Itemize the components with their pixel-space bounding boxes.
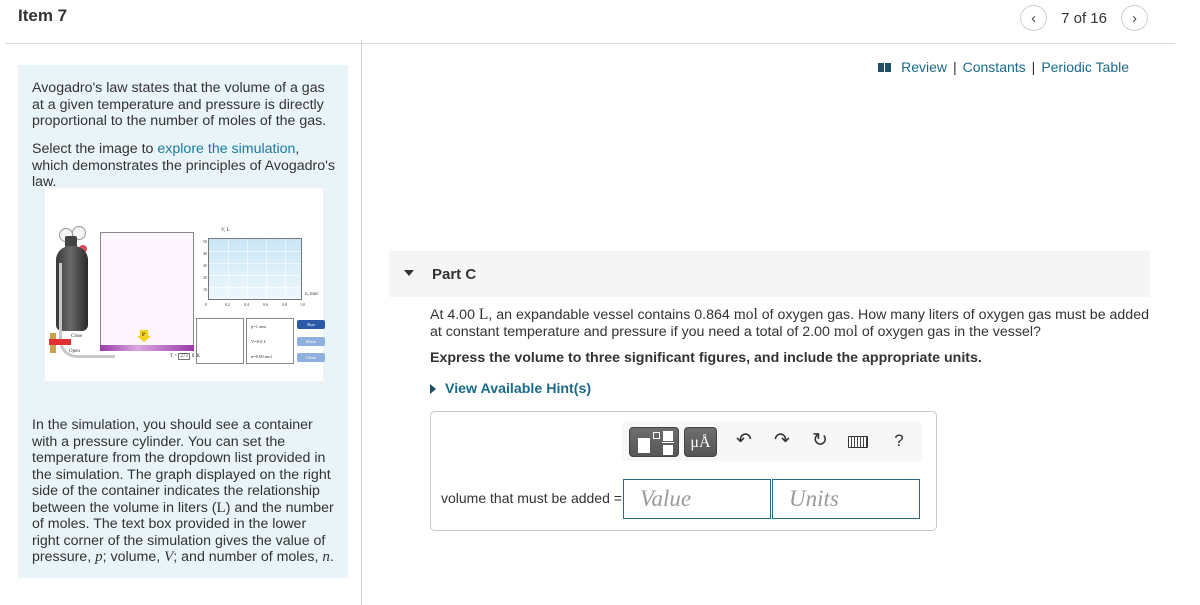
separator: | [952, 59, 957, 75]
volume-moles-graph [208, 238, 302, 300]
clear-button: Clear [297, 353, 325, 362]
desc-text: . [329, 549, 334, 565]
units-input[interactable] [772, 479, 920, 519]
desc-text: ; and number of moles, [173, 549, 323, 565]
next-item-button[interactable]: › [1121, 5, 1148, 31]
x-tick: 0.8 [282, 302, 287, 307]
item-title: Item 7 [18, 6, 68, 25]
caret-right-icon [430, 384, 436, 394]
hints-label: View Available Hint(s) [445, 381, 592, 397]
unit-symbol: mol [833, 322, 858, 340]
unit-symbol: L [478, 306, 489, 323]
question-segment: of oxygen gas in the vessel? [857, 323, 1041, 340]
simulation-prompt: Select the image to explore the simulati… [32, 141, 337, 191]
help-icon[interactable]: ? [887, 431, 911, 451]
value-input[interactable] [623, 479, 771, 519]
temperature-unit: K [196, 354, 201, 359]
separator: | [1031, 59, 1036, 75]
constants-link[interactable]: Constants [963, 59, 1026, 75]
previous-item-button[interactable]: ‹ [1020, 5, 1048, 31]
undo-icon[interactable]: ↶ [732, 429, 756, 452]
answer-label: volume that must be added = [441, 490, 622, 506]
chevron-left-icon: ‹ [1031, 9, 1037, 27]
periodic-table-link[interactable]: Periodic Table [1041, 59, 1129, 75]
intro-paragraph: Avogadro's law states that the volume of… [32, 80, 327, 129]
run-button: Run [297, 320, 325, 329]
simulation-thumbnail[interactable]: Close Open P V, L 10 20 30 40 50 0 0.2 0… [44, 187, 325, 382]
question-segment: , an expandable vessel contains 0.864 [488, 307, 734, 323]
simulation-description: In the simulation, you should see a cont… [32, 417, 337, 566]
y-tick: 30 [203, 263, 207, 268]
question-segment: At 4.00 [430, 307, 479, 323]
readout-box: p=1 atm V=0.0 L n=0.00 mol [246, 318, 294, 364]
caret-down-icon[interactable] [404, 270, 414, 276]
view-hints-toggle[interactable]: View Available Hint(s) [430, 381, 591, 397]
x-tick: 0.4 [244, 302, 249, 307]
column-divider [361, 40, 362, 605]
review-link[interactable]: Review [901, 59, 947, 75]
x-tick: 0 [205, 302, 207, 307]
header-divider [5, 43, 1175, 44]
piston [100, 345, 194, 351]
reset-icon[interactable]: ↻ [808, 429, 832, 452]
chevron-right-icon: › [1132, 9, 1137, 27]
temperature-field: T = 273 ⇕ K [170, 353, 200, 360]
desc-text: ; volume, [102, 549, 165, 565]
part-header[interactable]: Part C [389, 251, 1150, 297]
item-position: 7 of 16 [1061, 9, 1107, 27]
math-symbol: n [322, 549, 330, 565]
templates-button[interactable] [629, 427, 679, 457]
keyboard-icon[interactable] [848, 436, 868, 448]
item-pager: ‹ 7 of 16 › [1020, 5, 1148, 31]
intro-panel: Avogadro's law states that the volume of… [18, 65, 348, 578]
moles-readout: n=0.00 mol [251, 354, 272, 359]
pressure-readout: p=1 atm [251, 324, 266, 329]
close-label: Close [71, 334, 83, 339]
math-symbol: V [164, 549, 174, 565]
answer-toolbar: μÅ ↶ ↷ ↻ ? [622, 421, 922, 461]
y-axis-label: V, L [221, 228, 230, 233]
x-axis-label: n, mol [305, 292, 318, 297]
y-tick: 20 [203, 275, 207, 280]
valve-handle [49, 339, 71, 345]
y-tick: 50 [203, 239, 207, 244]
redo-icon[interactable]: ↷ [770, 429, 794, 452]
y-tick: 40 [203, 251, 207, 256]
reset-button: Reset [297, 337, 325, 346]
answer-box: μÅ ↶ ↷ ↻ ? volume that must be added = [430, 411, 937, 531]
prompt-text: Select the image to [32, 141, 158, 157]
book-icon [878, 62, 892, 72]
instruction-text: Express the volume to three significant … [430, 350, 982, 366]
temperature-value: 273 [178, 353, 190, 360]
unit-symbol: mol [733, 306, 758, 323]
simulation-display-box [196, 318, 244, 364]
unit-symbol: L [216, 499, 226, 516]
units-button[interactable]: μÅ [684, 427, 717, 457]
part-title: Part C [432, 266, 477, 283]
question-text: At 4.00 L, an expandable vessel contains… [430, 306, 1150, 340]
math-symbol: p [95, 549, 103, 565]
open-label: Open [69, 349, 80, 354]
volume-readout: V=0.0 L [251, 339, 267, 344]
x-tick: 1.0 [300, 302, 305, 307]
temperature-label: T = [170, 354, 178, 359]
resources-links: Review | Constants | Periodic Table [878, 59, 1129, 75]
piston-label: P [142, 333, 146, 338]
explore-simulation-link[interactable]: explore the simulation [157, 141, 295, 157]
x-tick: 0.2 [225, 302, 230, 307]
y-tick: 10 [203, 287, 207, 292]
stepper-icon: ⇕ [191, 354, 196, 359]
x-tick: 0.6 [263, 302, 268, 307]
